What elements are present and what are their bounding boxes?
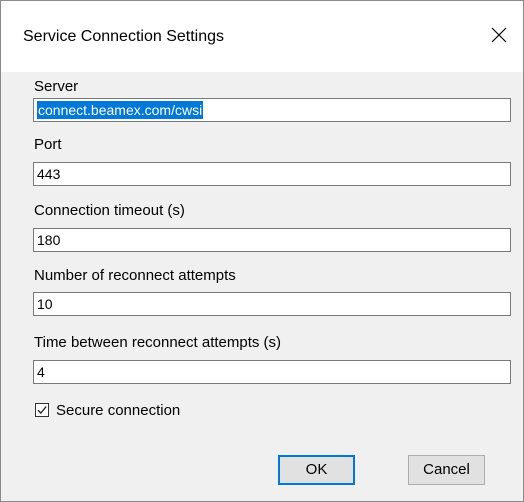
close-icon <box>491 27 507 43</box>
close-button[interactable] <box>477 1 523 72</box>
reconnect-interval-label: Time between reconnect attempts (s) <box>34 334 282 351</box>
reconnect-attempts-label: Number of reconnect attempts <box>34 267 236 284</box>
reconnect-attempts-input[interactable]: 10 <box>33 292 511 316</box>
server-label: Server <box>34 78 79 95</box>
cancel-button[interactable]: Cancel <box>408 455 485 485</box>
secure-connection-checkbox[interactable] <box>35 403 49 417</box>
connection-timeout-input[interactable]: 180 <box>33 228 511 252</box>
port-label: Port <box>34 136 62 153</box>
secure-connection-option[interactable]: Secure connection <box>35 401 180 419</box>
checkmark-icon <box>37 406 47 414</box>
window-title: Service Connection Settings <box>23 28 224 45</box>
service-connection-dialog: Service Connection Settings Server conne… <box>0 0 524 502</box>
secure-connection-label: Secure connection <box>56 401 181 419</box>
connection-timeout-label: Connection timeout (s) <box>34 202 185 219</box>
ok-button[interactable]: OK <box>278 455 355 485</box>
server-input-value: connect.beamex.com/cwsi <box>37 101 204 119</box>
dialog-content: Server connect.beamex.com/cwsi Port 443 … <box>1 72 523 501</box>
port-input[interactable]: 443 <box>33 162 511 186</box>
title-bar: Service Connection Settings <box>1 1 523 72</box>
reconnect-interval-input[interactable]: 4 <box>33 360 511 384</box>
server-input[interactable]: connect.beamex.com/cwsi <box>33 98 511 122</box>
